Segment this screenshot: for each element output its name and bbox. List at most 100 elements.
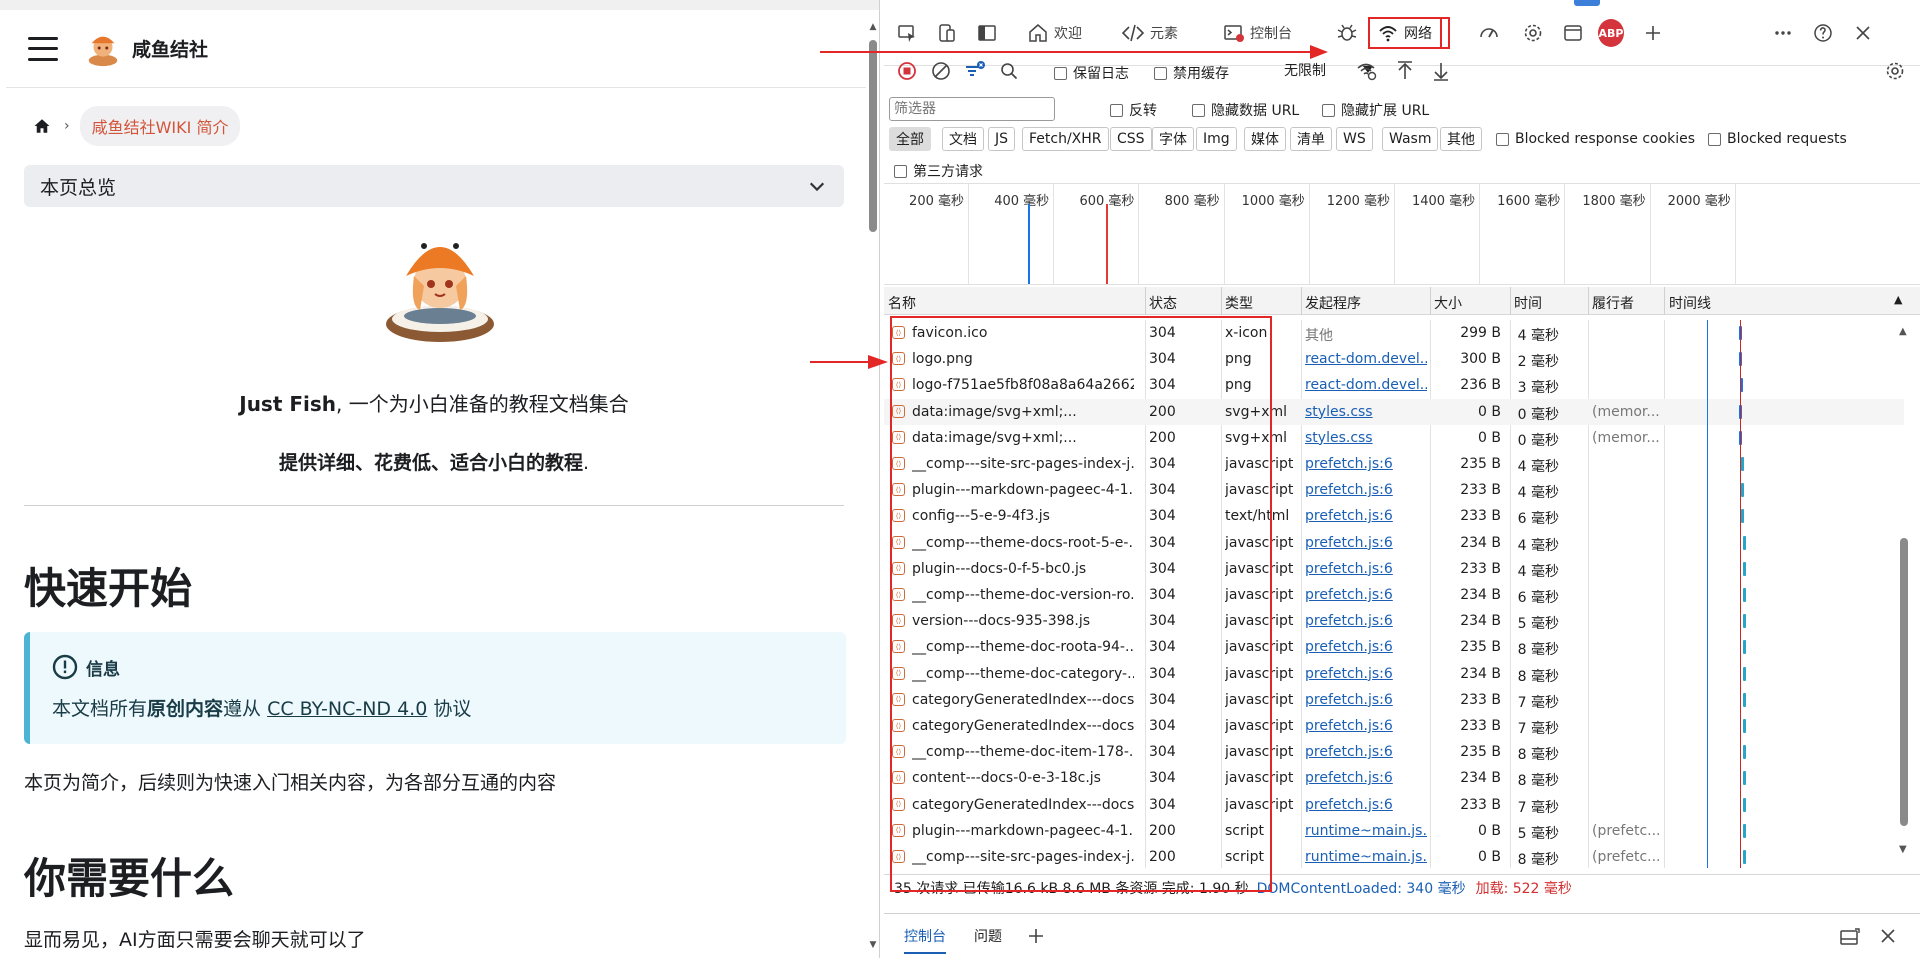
scroll-up-icon[interactable]: ▲ [868,22,878,32]
site-logo[interactable] [84,30,122,68]
column-status[interactable]: 状态 [1149,293,1177,313]
checkbox-box[interactable] [1054,66,1067,80]
row-initiator[interactable]: react-dom.devel... [1305,351,1427,367]
chip-fetch-xhr[interactable]: Fetch/XHR [1022,127,1109,151]
blocked-requests-checkbox[interactable]: Blocked requests [1708,131,1847,147]
drawer-tab-issues[interactable]: 问题 [974,926,1002,946]
chip-font[interactable]: 字体 [1152,127,1194,151]
table-row[interactable]: ⟨⟩ __comp---theme-doc-version-ro... 304 jav… [884,582,1904,608]
record-stop-icon[interactable] [894,58,920,84]
column-time[interactable]: 时间 [1514,293,1542,313]
chip-other[interactable]: 其他 [1440,127,1482,151]
more-options-icon[interactable] [1770,20,1796,46]
checkbox-box[interactable] [1496,132,1509,146]
site-title[interactable]: 咸鱼结社 [132,35,208,62]
chip-ws[interactable]: WS [1336,127,1373,151]
column-type[interactable]: 类型 [1225,293,1253,313]
row-initiator[interactable]: prefetch.js:6 [1305,508,1427,524]
row-initiator[interactable]: prefetch.js:6 [1305,613,1427,629]
checkbox-box[interactable] [1192,103,1205,117]
sort-asc-icon[interactable]: ▲ [1894,293,1902,306]
table-scrollbar[interactable]: ▲ ▼ [1896,320,1912,860]
disable-cache-checkbox[interactable]: 禁用缓存 [1154,63,1229,83]
row-initiator[interactable]: styles.css [1305,404,1427,420]
help-icon[interactable] [1810,20,1836,46]
scrollbar-thumb[interactable] [1900,538,1908,826]
row-initiator[interactable]: 其他 [1305,325,1427,345]
network-conditions-icon[interactable] [1354,58,1380,84]
table-row[interactable]: ⟨⟩ logo-f751ae5fb8f08a8a64a2662... 304 png r… [884,372,1904,398]
row-initiator[interactable]: prefetch.js:6 [1305,797,1427,813]
table-row[interactable]: ⟨⟩ __comp---theme-docs-root-5-e-... 304 jav… [884,530,1904,556]
scroll-up-icon[interactable]: ▲ [1899,326,1907,337]
table-row[interactable]: ⟨⟩ __comp---theme-doc-category-... 304 java… [884,661,1904,687]
device-toolbar-icon[interactable] [934,20,960,46]
chip-img[interactable]: Img [1196,127,1237,151]
scroll-down-icon[interactable]: ▼ [1899,844,1907,855]
settings-gear-icon[interactable] [1520,20,1546,46]
scrollbar-thumb[interactable] [869,40,877,232]
row-initiator[interactable]: prefetch.js:6 [1305,744,1427,760]
inspect-element-icon[interactable] [894,20,920,46]
license-link[interactable]: CC BY-NC-ND 4.0 [267,698,427,720]
row-initiator[interactable]: prefetch.js:6 [1305,770,1427,786]
breadcrumb-current[interactable]: 咸鱼结社WIKI 简介 [79,106,241,146]
column-name[interactable]: 名称 [888,293,916,313]
search-icon[interactable] [996,58,1022,84]
table-row[interactable]: ⟨⟩ plugin---markdown-pageec-4-1... 200 scri… [884,818,1904,844]
adblock-icon[interactable]: ABP [1598,19,1624,47]
checkbox-box[interactable] [1110,103,1123,117]
tab-welcome[interactable]: 欢迎 [1028,18,1082,48]
menu-icon[interactable] [28,36,58,61]
row-initiator[interactable]: prefetch.js:6 [1305,561,1427,577]
chip-manifest[interactable]: 清单 [1290,127,1332,151]
row-initiator[interactable]: prefetch.js:6 [1305,456,1427,472]
checkbox-box[interactable] [1708,132,1721,146]
table-row[interactable]: ⟨⟩ plugin---docs-0-f-5-bc0.js 304 javascrip… [884,556,1904,582]
row-initiator[interactable]: runtime~main.js... [1305,849,1427,865]
row-initiator[interactable]: prefetch.js:6 [1305,482,1427,498]
network-settings-icon[interactable] [1882,58,1908,84]
checkbox-box[interactable] [1322,103,1335,117]
bug-icon[interactable] [1334,20,1360,46]
checkbox-box[interactable] [894,164,907,178]
table-row[interactable]: ⟨⟩ config---5-e-9-4f3.js 304 text/html prefe… [884,503,1904,529]
performance-icon[interactable] [1476,20,1502,46]
home-icon[interactable] [30,114,54,138]
dock-drawer-icon[interactable] [1840,928,1860,946]
table-row[interactable]: ⟨⟩ categoryGeneratedIndex---docs... 304 jav… [884,713,1904,739]
network-overview[interactable]: 200 毫秒 400 毫秒 600 毫秒 800 毫秒 1000 毫秒 1200 毫秒 14… [884,183,1920,285]
preserve-log-checkbox[interactable]: 保留日志 [1054,63,1129,83]
chip-all[interactable]: 全部 [889,127,931,151]
table-row[interactable]: ⟨⟩ data:image/svg+xml;... 200 svg+xml styles… [884,398,1904,425]
tab-network[interactable]: 网络 [1368,17,1442,49]
chip-doc[interactable]: 文档 [942,127,984,151]
toc-collapsible[interactable]: 本页总览 [24,165,844,207]
table-row[interactable]: ⟨⟩ __comp---theme-doc-item-178-... 304 java… [884,739,1904,765]
table-row[interactable]: ⟨⟩ __comp---site-src-pages-index-j... 200 s… [884,844,1904,868]
table-row[interactable]: ⟨⟩ plugin---markdown-pageec-4-1... 304 java… [884,477,1904,503]
third-party-checkbox[interactable]: 第三方请求 [894,161,983,181]
column-waterfall[interactable]: 时间线 [1669,293,1711,313]
table-row[interactable]: ⟨⟩ categoryGeneratedIndex---docs... 304 jav… [884,687,1904,713]
chip-media[interactable]: 媒体 [1244,127,1286,151]
upload-icon[interactable] [1392,58,1418,84]
column-size[interactable]: 大小 [1434,293,1462,313]
row-initiator[interactable]: react-dom.devel... [1305,377,1427,393]
checkbox-box[interactable] [1154,66,1167,80]
row-initiator[interactable]: prefetch.js:6 [1305,535,1427,551]
row-initiator[interactable]: runtime~main.js... [1305,823,1427,839]
tab-console[interactable]: 控制台 [1224,18,1292,48]
row-initiator[interactable]: prefetch.js:6 [1305,666,1427,682]
chip-wasm[interactable]: Wasm [1382,127,1439,151]
drawer-tab-console[interactable]: 控制台 [904,926,946,954]
tab-elements[interactable]: 元素 [1122,18,1178,48]
close-icon[interactable] [1850,20,1876,46]
table-row[interactable]: ⟨⟩ version---docs-935-398.js 304 javascript… [884,608,1904,634]
filter-input[interactable] [889,97,1055,121]
column-fulfilled[interactable]: 履行者 [1592,293,1634,313]
table-row[interactable]: ⟨⟩ categoryGeneratedIndex---docs... 304 jav… [884,792,1904,818]
column-initiator[interactable]: 发起程序 [1305,293,1361,313]
scroll-down-icon[interactable]: ▼ [868,940,878,950]
page-scrollbar[interactable]: ▲ ▼ [866,18,879,958]
